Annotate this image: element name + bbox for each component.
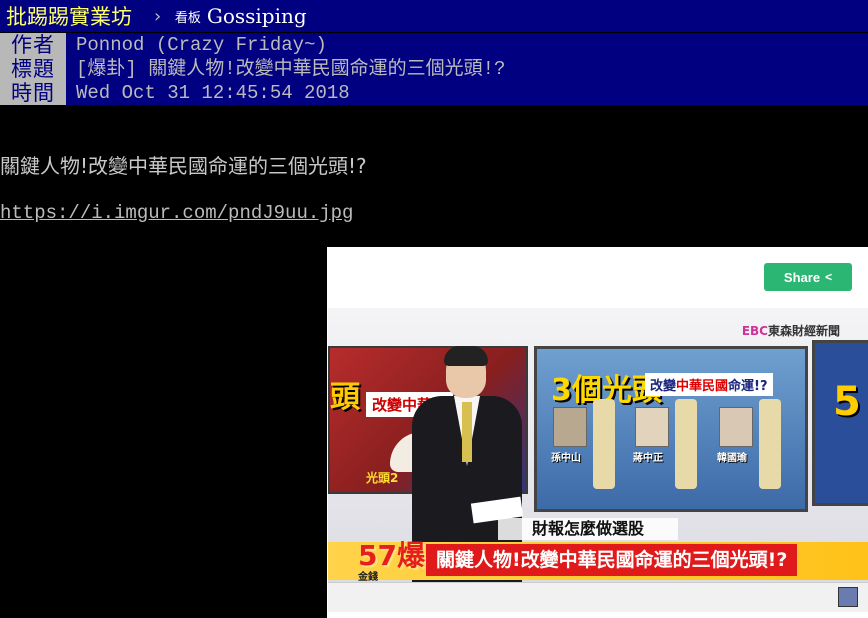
ticker-bar xyxy=(328,582,868,612)
portrait-3 xyxy=(719,407,753,447)
meta-author-key: 作者 xyxy=(0,33,66,57)
right-panel-number: 5 xyxy=(833,379,861,425)
meta-time-row: 時間 Wed Oct 31 12:45:54 2018 xyxy=(0,81,868,105)
portrait-1 xyxy=(553,407,587,447)
center-panel-subtitle: 改變中華民國命運!? xyxy=(645,373,773,396)
meta-time-value: Wed Oct 31 12:45:54 2018 xyxy=(66,81,868,105)
portrait-name-1: 孫中山 xyxy=(551,453,581,464)
left-panel-title: 頭 xyxy=(330,380,360,415)
share-label: Share xyxy=(783,269,821,285)
site-name-link[interactable]: 批踢踢實業坊 xyxy=(6,1,132,31)
channel-thumbnail-icon xyxy=(838,587,858,607)
scroll-1 xyxy=(593,399,615,489)
portrait-name-3: 韓國瑜 xyxy=(717,453,747,464)
center-screen-panel: 3個光頭 改變中華民國命運!? 孫中山 蔣中正 韓國瑜 xyxy=(534,346,808,512)
meta-time-key: 時間 xyxy=(0,81,66,105)
share-button[interactable]: Share < xyxy=(764,263,852,291)
board-name-link[interactable]: Gossiping xyxy=(207,4,307,28)
top-bar: 批踢踢實業坊 › 看板 Gossiping xyxy=(0,0,868,32)
scroll-3 xyxy=(759,399,781,489)
board-label: 看板 xyxy=(174,10,201,26)
caption-bar: 財報怎麼做選股 xyxy=(498,518,678,540)
meta-title-row: 標題 [爆卦] 關鍵人物!改變中華民國命運的三個光頭!? xyxy=(0,57,868,81)
meta-author-row: 作者 Ponnod (Crazy Friday~) xyxy=(0,33,868,57)
headline-banner: 關鍵人物!改變中華民國命運的三個光頭!? xyxy=(426,544,798,576)
portrait-name-2: 蔣中正 xyxy=(633,453,663,464)
post-body-line: 關鍵人物!改變中華民國命運的三個光頭!? xyxy=(0,154,367,178)
image-preview-card: Share < EBC東森財經新聞 頭 改變中華民 光頭2 3個光頭 改變中華民… xyxy=(327,247,868,618)
meta-title-value: [爆卦] 關鍵人物!改變中華民國命運的三個光頭!? xyxy=(66,57,868,81)
breadcrumb-arrow-icon: › xyxy=(152,5,163,27)
image-link[interactable]: https://i.imgur.com/pndJ9uu.jpg xyxy=(0,202,353,224)
show-logo: 57爆 金錢 xyxy=(358,539,425,583)
right-screen-panel: 5 xyxy=(812,340,868,506)
channel-logo: EBC東森財經新聞 xyxy=(741,324,840,338)
meta-title-key: 標題 xyxy=(0,57,66,81)
scroll-2 xyxy=(675,399,697,489)
preview-image[interactable]: EBC東森財經新聞 頭 改變中華民 光頭2 3個光頭 改變中華民國命運!? 孫中… xyxy=(328,308,868,612)
left-panel-bottom-text: 光頭2 xyxy=(366,471,399,485)
meta-author-value: Ponnod (Crazy Friday~) xyxy=(66,33,868,57)
portrait-2 xyxy=(635,407,669,447)
share-icon: < xyxy=(825,270,833,284)
